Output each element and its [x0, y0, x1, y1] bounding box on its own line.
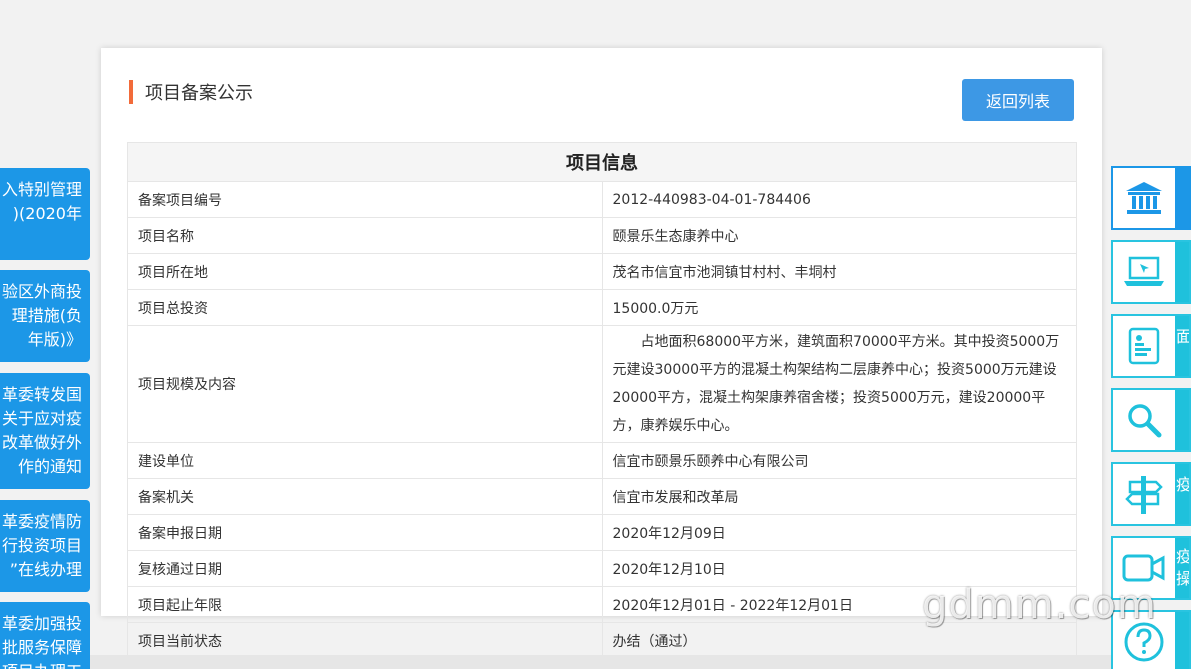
- notice-card-2[interactable]: 验区外商投 理措施(负 年版)》: [0, 270, 90, 362]
- sidebar-item-label: [1175, 612, 1189, 669]
- row-label: 复核通过日期: [127, 550, 603, 587]
- table-caption-row: 项目信息: [127, 142, 1077, 182]
- notice-line: 行投资项目: [1, 536, 82, 555]
- left-notice-column: 入特别管理 )(2020年 验区外商投 理措施(负 年版)》 革委转发国 关于应…: [0, 0, 90, 669]
- notice-card-5[interactable]: 革委加强投 批服务保障 项目办理工: [0, 602, 90, 669]
- notice-line: )(2020年: [12, 204, 82, 223]
- notice-line: 项目办理工: [0, 660, 82, 669]
- search-icon: [1113, 390, 1175, 450]
- notice-card-1[interactable]: 入特别管理 )(2020年: [0, 168, 90, 260]
- sidebar-item-label: [1175, 242, 1189, 302]
- sidebar-item-search[interactable]: [1111, 388, 1191, 452]
- row-value: 15000.0万元: [601, 289, 1077, 326]
- notice-line: 批服务保障: [1, 638, 82, 657]
- notice-line: 验区外商投: [1, 282, 82, 301]
- table-caption: 项目信息: [127, 142, 1077, 182]
- sidebar-item-label: [1175, 390, 1189, 450]
- row-label: 项目所在地: [127, 253, 603, 290]
- signpost-icon: [1113, 464, 1175, 524]
- sidebar-item-label: 面: [1175, 316, 1189, 376]
- row-label: 备案机关: [127, 478, 603, 515]
- notice-line: 年版)》: [27, 330, 82, 349]
- table-row: 项目名称 颐景乐生态康养中心: [127, 217, 1077, 254]
- row-value: 2012-440983-04-01-784406: [601, 181, 1077, 218]
- description-text: 占地面积68000平方米，建筑面积70000平方米。其中投资5000万元建设30…: [612, 334, 1060, 434]
- table-row: 项目所在地 茂名市信宜市池洞镇甘村村、丰垌村: [127, 253, 1077, 290]
- notice-line: 革委加强投: [1, 614, 82, 633]
- sidebar-item-label: 疫 操: [1175, 538, 1189, 598]
- row-label: 项目起止年限: [127, 586, 603, 623]
- sidebar-item-guide[interactable]: 疫: [1111, 462, 1191, 526]
- sidebar-item-government[interactable]: [1111, 166, 1191, 230]
- notice-line: 入特别管理: [1, 180, 82, 199]
- notice-line: 革委转发国: [1, 385, 82, 404]
- table-row: 备案项目编号 2012-440983-04-01-784406: [127, 181, 1077, 218]
- notice-card-3[interactable]: 革委转发国 关于应对疫 改革做好外 作的通知: [0, 373, 90, 489]
- notice-line: 理措施(负: [11, 306, 82, 325]
- row-label: 备案项目编号: [127, 181, 603, 218]
- notice-line: 作的通知: [17, 457, 82, 476]
- table-row: 建设单位 信宜市颐景乐颐养中心有限公司: [127, 442, 1077, 479]
- row-label: 项目名称: [127, 217, 603, 254]
- row-label: 项目规模及内容: [127, 325, 603, 443]
- notice-line: ”在线办理: [9, 560, 82, 579]
- notice-line: 革委疫情防: [1, 512, 82, 531]
- row-value: 颐景乐生态康养中心: [601, 217, 1077, 254]
- table-row: 备案申报日期 2020年12月09日: [127, 514, 1077, 551]
- table-row: 项目总投资 15000.0万元: [127, 289, 1077, 326]
- notice-line: 关于应对疫: [1, 409, 82, 428]
- sidebar-item-label: 疫: [1175, 464, 1189, 524]
- table-row: 项目规模及内容 占地面积68000平方米，建筑面积70000平方米。其中投资50…: [127, 325, 1077, 443]
- row-value: 信宜市颐景乐颐养中心有限公司: [601, 442, 1077, 479]
- page-title: 项目备案公示: [145, 83, 253, 104]
- project-info-card: 项目备案公示 返回列表 项目信息 备案项目编号 2012-440983-04-0…: [101, 48, 1102, 659]
- sidebar-item-online[interactable]: [1111, 240, 1191, 304]
- sidebar-item-label: [1175, 168, 1189, 228]
- sidebar-item-document[interactable]: 面: [1111, 314, 1191, 378]
- laptop-icon: [1113, 242, 1175, 302]
- row-value-description: 占地面积68000平方米，建筑面积70000平方米。其中投资5000万元建设30…: [601, 325, 1077, 443]
- document-icon: [1113, 316, 1175, 376]
- row-label: 备案申报日期: [127, 514, 603, 551]
- back-to-list-button[interactable]: 返回列表: [962, 79, 1074, 121]
- row-value: 茂名市信宜市池洞镇甘村村、丰垌村: [601, 253, 1077, 290]
- table-row: 备案机关 信宜市发展和改革局: [127, 478, 1077, 515]
- site-watermark: gdmm.com: [922, 582, 1157, 628]
- row-label: 项目当前状态: [127, 622, 603, 659]
- row-label: 建设单位: [127, 442, 603, 479]
- row-value: 2020年12月09日: [601, 514, 1077, 551]
- government-building-icon: [1113, 168, 1175, 228]
- notice-card-4[interactable]: 革委疫情防 行投资项目 ”在线办理: [0, 500, 90, 592]
- row-value: 信宜市发展和改革局: [601, 478, 1077, 515]
- notice-line: 改革做好外: [1, 433, 82, 452]
- title-accent-bar: [129, 80, 133, 104]
- card-header: 项目备案公示: [129, 80, 253, 104]
- row-label: 项目总投资: [127, 289, 603, 326]
